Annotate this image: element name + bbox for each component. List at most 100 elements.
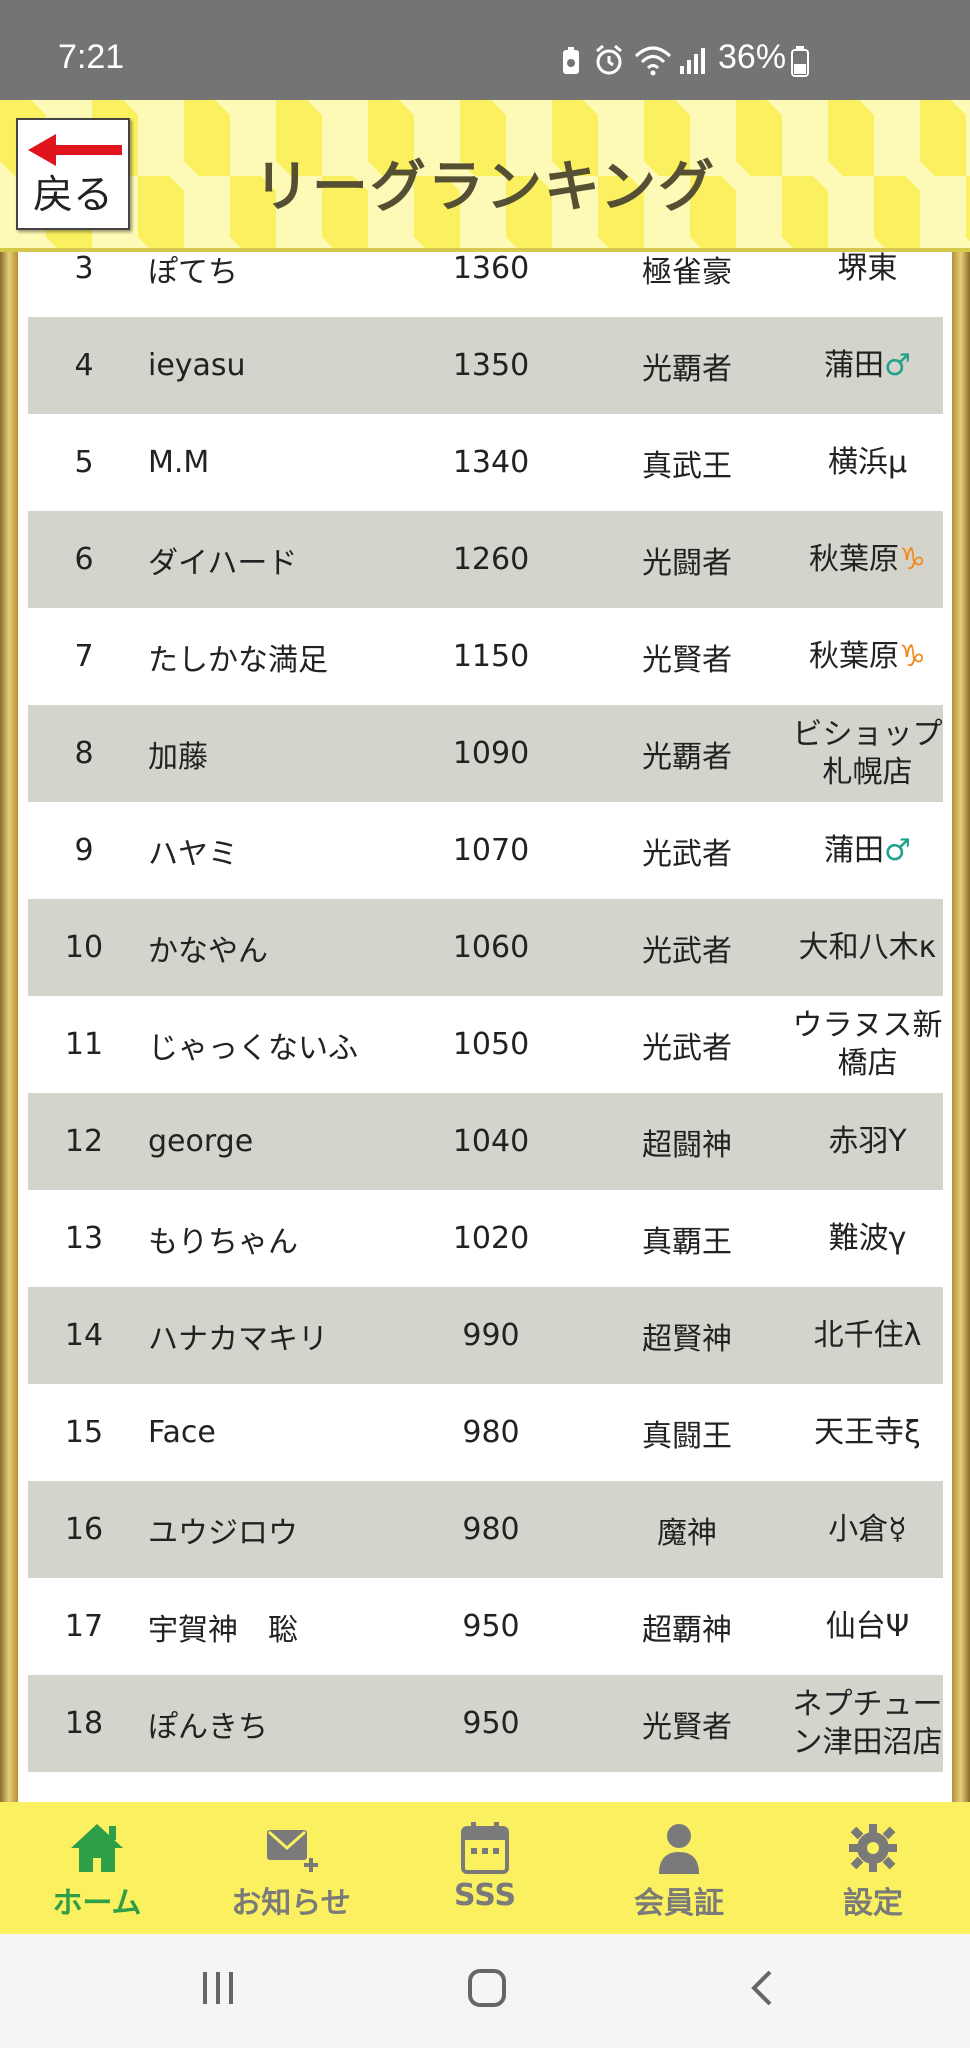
table-row[interactable]: 6 ダイハード 1260 光闘者 秋葉原♑ bbox=[28, 511, 943, 608]
score-cell: 1070 bbox=[400, 833, 582, 868]
score-cell: 950 bbox=[400, 1609, 582, 1644]
shop-cell-text: 北千住λ bbox=[813, 1317, 922, 1353]
rank-cell: 18 bbox=[28, 1706, 140, 1741]
score-cell: 1090 bbox=[400, 736, 582, 771]
back-nav-icon[interactable] bbox=[746, 1968, 776, 2008]
nav-settings[interactable]: 設定 bbox=[776, 1802, 970, 1934]
player-name-cell: ハナカマキリ bbox=[140, 1314, 400, 1358]
rank-cell-text: 4 bbox=[74, 348, 94, 383]
player-name-cell-text: ダイハード bbox=[148, 545, 298, 581]
score-cell: 1020 bbox=[400, 1221, 582, 1256]
score-cell: 1050 bbox=[400, 1027, 582, 1062]
title-cell-text: 光賢者 bbox=[642, 642, 732, 678]
title-cell: 光武者 bbox=[582, 1023, 792, 1067]
score-cell-text: 980 bbox=[462, 1415, 520, 1450]
table-row[interactable]: 4 ieyasu 1350 光覇者 蒲田♂ bbox=[28, 317, 943, 414]
player-name-cell: 加藤 bbox=[140, 732, 400, 776]
score-cell-text: 1360 bbox=[452, 252, 530, 286]
table-row[interactable]: 8 加藤 1090 光覇者 ビショップ札幌店 bbox=[28, 705, 943, 802]
player-name-cell: M.M bbox=[140, 445, 400, 480]
shop-cell: 仙台Ψ bbox=[792, 1608, 943, 1646]
table-row[interactable]: 5 M.M 1340 真武王 横浜μ bbox=[28, 414, 943, 511]
player-name-cell: ハヤミ bbox=[140, 829, 400, 873]
table-row[interactable]: 13 もりちゃん 1020 真覇王 難波γ bbox=[28, 1190, 943, 1287]
rank-cell-text: 6 bbox=[74, 542, 94, 577]
table-row[interactable]: 3 ぽてち 1360 極雀豪 堺東 bbox=[28, 252, 943, 317]
nav-settings-label: 設定 bbox=[843, 1886, 903, 1921]
rank-cell: 9 bbox=[28, 833, 140, 868]
table-row[interactable]: 16 ユウジロウ 980 魔神 小倉☿ bbox=[28, 1481, 943, 1578]
nav-home[interactable]: ホーム bbox=[0, 1802, 194, 1934]
score-cell: 1350 bbox=[400, 348, 582, 383]
nav-member[interactable]: 会員証 bbox=[582, 1802, 776, 1934]
table-row[interactable]: 17 宇賀神 聡 950 超覇神 仙台Ψ bbox=[28, 1578, 943, 1675]
mail-plus-icon bbox=[267, 1830, 318, 1872]
player-name-cell: george bbox=[140, 1124, 400, 1159]
table-row[interactable]: 12 george 1040 超闘神 赤羽Y bbox=[28, 1093, 943, 1190]
title-cell: 光闘者 bbox=[582, 538, 792, 582]
score-cell-text: 1350 bbox=[452, 348, 530, 383]
table-row[interactable]: 15 Face 980 真闘王 天王寺ξ bbox=[28, 1384, 943, 1481]
table-row[interactable]: 7 たしかな満足 1150 光賢者 秋葉原♑ bbox=[28, 608, 943, 705]
table-row[interactable]: 18 ぽんきち 950 光賢者 ネプチューン津田沼店 bbox=[28, 1675, 943, 1772]
shop-cell-text: 仙台Ψ bbox=[825, 1608, 910, 1644]
shop-cell-text: 蒲田 bbox=[824, 347, 885, 383]
alarm-icon bbox=[596, 44, 622, 75]
battery-percent: 36% bbox=[718, 38, 787, 76]
shop-cell: 堺東 bbox=[792, 252, 943, 288]
title-cell: 光覇者 bbox=[582, 732, 792, 776]
shop-cell-text: 秋葉原 bbox=[809, 541, 900, 577]
mars-mark-icon: ♂ bbox=[884, 832, 911, 868]
calendar-icon bbox=[461, 1822, 509, 1874]
title-cell: 光武者 bbox=[582, 829, 792, 873]
player-name-cell-text: george bbox=[148, 1124, 254, 1159]
frame-border-left bbox=[0, 252, 18, 1802]
title-cell-text: 超覇神 bbox=[642, 1612, 732, 1648]
title-cell-text: 真闘王 bbox=[642, 1418, 732, 1454]
score-cell-text: 1050 bbox=[452, 1027, 530, 1062]
title-cell-text: 真武王 bbox=[642, 448, 732, 484]
player-name-cell-text: かなやん bbox=[148, 933, 268, 969]
shop-cell-text: 大和八木κ bbox=[798, 929, 937, 965]
player-name-cell: たしかな満足 bbox=[140, 635, 400, 679]
title-cell: 真覇王 bbox=[582, 1217, 792, 1261]
battery-saver-icon bbox=[563, 47, 579, 74]
title-cell-text: 光闘者 bbox=[642, 545, 732, 581]
home-nav-icon[interactable] bbox=[467, 1968, 507, 2008]
score-cell-text: 1090 bbox=[452, 736, 530, 771]
title-cell: 光賢者 bbox=[582, 635, 792, 679]
score-cell: 1060 bbox=[400, 930, 582, 965]
score-cell-text: 990 bbox=[462, 1318, 520, 1353]
player-name-cell-text: じゃっくないふ bbox=[148, 1030, 358, 1066]
player-name-cell-text: 加藤 bbox=[148, 739, 208, 775]
table-row[interactable]: 10 かなやん 1060 光武者 大和八木κ bbox=[28, 899, 943, 996]
recent-apps-icon[interactable] bbox=[200, 1968, 236, 2008]
shop-cell: 天王寺ξ bbox=[792, 1414, 943, 1452]
shop-cell-text: 蒲田 bbox=[824, 832, 885, 868]
title-cell: 光賢者 bbox=[582, 1702, 792, 1746]
app-header: 戻る リーグランキング bbox=[0, 100, 970, 252]
rank-cell-text: 8 bbox=[74, 736, 94, 771]
shop-cell-text: ビショップ札幌店 bbox=[792, 716, 943, 790]
score-cell-text: 1020 bbox=[452, 1221, 530, 1256]
player-name-cell: Face bbox=[140, 1415, 400, 1450]
nav-sss[interactable]: SSS bbox=[388, 1802, 582, 1934]
title-cell-text: 光覇者 bbox=[642, 739, 732, 775]
table-row[interactable]: 14 ハナカマキリ 990 超賢神 北千住λ bbox=[28, 1287, 943, 1384]
shop-cell: 蒲田♂ bbox=[792, 347, 943, 385]
player-name-cell-text: ぽんきち bbox=[148, 1709, 268, 1745]
score-cell-text: 950 bbox=[462, 1609, 520, 1644]
score-cell: 950 bbox=[400, 1706, 582, 1741]
player-name-cell-text: ieyasu bbox=[148, 348, 246, 383]
nav-news[interactable]: お知らせ bbox=[194, 1802, 388, 1934]
table-row[interactable]: 9 ハヤミ 1070 光武者 蒲田♂ bbox=[28, 802, 943, 899]
score-cell-text: 1260 bbox=[452, 542, 530, 577]
table-row[interactable]: 11 じゃっくないふ 1050 光武者 ウラヌス新橋店 bbox=[28, 996, 943, 1093]
rank-cell: 16 bbox=[28, 1512, 140, 1547]
score-cell: 980 bbox=[400, 1512, 582, 1547]
title-cell: 極雀豪 bbox=[582, 252, 792, 291]
rank-cell: 6 bbox=[28, 542, 140, 577]
bottom-nav: ホーム お知らせ SSS 会員証 設定 bbox=[0, 1802, 970, 1934]
ranking-table[interactable]: 3 ぽてち 1360 極雀豪 堺東 4 ieyasu 1350 光覇者 蒲田♂ 5 M.M 1340 真武… bbox=[0, 252, 970, 1802]
score-cell: 1260 bbox=[400, 542, 582, 577]
